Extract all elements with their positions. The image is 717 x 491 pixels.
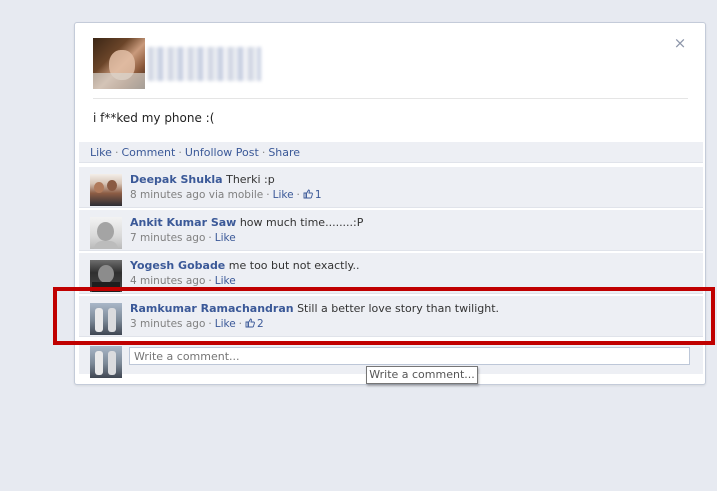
comment-input[interactable] [129,347,690,365]
comment-timestamp[interactable]: 8 minutes ago [130,189,205,201]
separator: · [114,146,119,159]
comment-timestamp[interactable]: 7 minutes ago [130,232,205,244]
comment-like-link[interactable]: Like [273,189,294,201]
post-author-name-redacted [148,47,261,81]
post-card: × i f**ked my phone :( Like · Comment · Unfo… [74,22,706,385]
separator: · [261,146,266,159]
comment-like-link[interactable]: Like [215,275,236,287]
comment-item: Ramkumar Ramachandran Still a better lov… [79,296,703,337]
current-user-avatar [90,346,122,378]
comment-item: Deepak Shukla Therki :p 8 minutes ago vi… [79,167,703,208]
comment-timestamp[interactable]: 4 minutes ago [130,275,205,287]
post-status-text: i f**ked my phone :( [93,111,215,125]
post-author-avatar[interactable] [93,38,145,89]
like-count[interactable]: 2 [245,318,264,330]
commenter-avatar[interactable] [90,174,122,206]
comment-author[interactable]: Ramkumar Ramachandran [130,302,294,315]
comment-author[interactable]: Ankit Kumar Saw [130,216,236,229]
post-actions-bar: Like · Comment · Unfollow Post · Share [79,142,703,163]
commenter-avatar[interactable] [90,260,122,292]
comment-like-link[interactable]: Like [215,318,236,330]
like-post-link[interactable]: Like [90,146,112,159]
divider [93,98,688,99]
like-count[interactable]: 1 [303,189,322,201]
unfollow-post-link[interactable]: Unfollow Post [185,146,259,159]
comment-text: Therki :p [226,173,275,186]
separator: · [178,146,182,159]
comment-text: how much time........:P [239,216,364,229]
share-link[interactable]: Share [268,146,300,159]
close-icon[interactable]: × [673,36,687,51]
comment-author[interactable]: Deepak Shukla [130,173,223,186]
thumbs-up-icon [245,318,255,328]
comment-timestamp[interactable]: 3 minutes ago [130,318,205,330]
comment-via[interactable]: via mobile [209,189,264,201]
like-count-value: 1 [314,189,322,201]
comment-input-tooltip: Write a comment... [366,366,478,384]
commenter-avatar[interactable] [90,303,122,335]
comment-author[interactable]: Yogesh Gobade [130,259,225,272]
comment-text: me too but not exactly.. [228,259,360,272]
comment-text: Still a better love story than twilight. [297,302,500,315]
commenter-avatar[interactable] [90,217,122,249]
comment-like-link[interactable]: Like [215,232,236,244]
comment-item: Yogesh Gobade me too but not exactly.. 4… [79,253,703,294]
thumbs-up-icon [303,189,313,199]
like-count-value: 2 [257,318,264,330]
comment-link[interactable]: Comment [121,146,175,159]
comment-item: Ankit Kumar Saw how much time........:P … [79,210,703,251]
